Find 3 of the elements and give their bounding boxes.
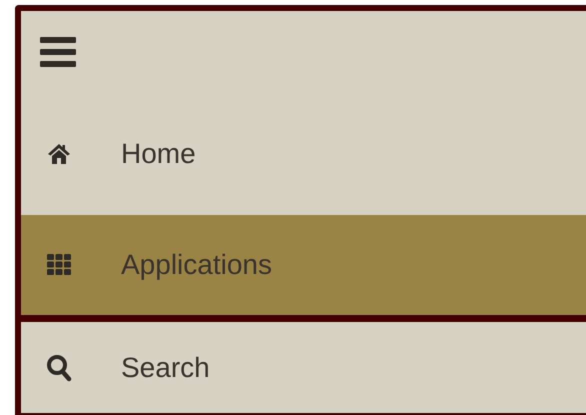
menu-icon[interactable] [40, 36, 76, 66]
nav-item[interactable]: Home [21, 92, 586, 215]
nav-item[interactable]: Search [21, 322, 586, 413]
